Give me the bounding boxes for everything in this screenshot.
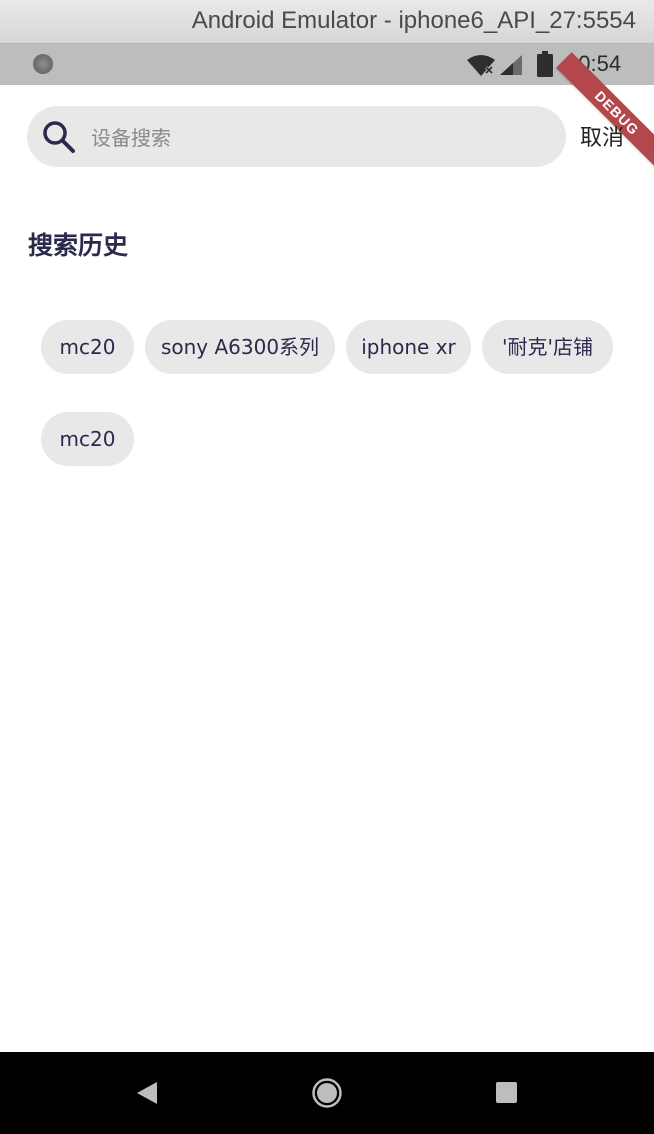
navigation-bar xyxy=(0,1052,654,1134)
history-chip[interactable]: iphone xr xyxy=(346,320,471,374)
history-chip[interactable]: sony A6300系列 xyxy=(145,320,335,374)
history-title: 搜索历史 xyxy=(28,231,129,260)
history-chip[interactable]: mc20 xyxy=(41,320,134,374)
history-chip[interactable]: mc20 xyxy=(41,412,134,466)
notification-dot-icon xyxy=(33,54,53,74)
wifi-no-internet-icon xyxy=(467,55,495,76)
search-bar[interactable] xyxy=(27,106,566,169)
battery-icon xyxy=(537,51,553,77)
signal-icon xyxy=(500,55,522,75)
home-icon[interactable] xyxy=(311,1077,343,1109)
window-title: Android Emulator - iphone6_API_27:5554 xyxy=(191,7,636,34)
status-bar: 10:54 DEBUG xyxy=(0,44,654,174)
window-title-bar: Android Emulator - iphone6_API_27:5554 xyxy=(0,0,654,44)
search-icon xyxy=(43,121,75,153)
cancel-button[interactable]: 取消 xyxy=(580,120,624,152)
history-chip[interactable]: '耐克'店铺 xyxy=(482,320,613,374)
back-icon[interactable] xyxy=(135,1080,159,1106)
recents-icon[interactable] xyxy=(496,1082,517,1103)
search-input[interactable] xyxy=(89,106,553,169)
